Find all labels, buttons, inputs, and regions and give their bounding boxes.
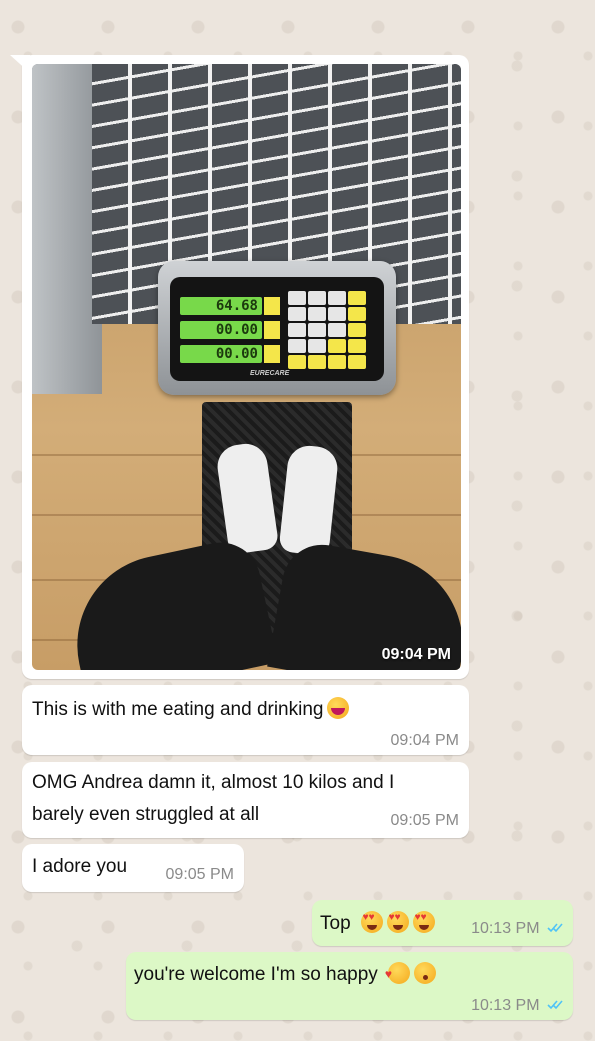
message-timestamp: 10:13 PM (471, 997, 540, 1014)
message-timestamp: 09:04 PM (390, 732, 459, 749)
weight-display: 64.68 (180, 297, 262, 315)
total-display: 00.00 (180, 345, 262, 363)
message-text: you're welcome I'm so happy (134, 964, 378, 985)
message-bubble-outgoing[interactable]: Top 10:13 PM (312, 900, 573, 946)
heart-eyes-emoji (360, 911, 383, 933)
left-leg (60, 535, 279, 670)
read-receipt-icon (547, 923, 563, 933)
heart-eyes-emoji (412, 911, 435, 933)
price-display: 00.00 (180, 321, 262, 339)
message-bubble-incoming[interactable]: OMG Andrea damn it, almost 10 kilos and … (22, 762, 469, 838)
message-text: I adore you (32, 856, 128, 877)
bubble-tail (10, 55, 30, 73)
message-text: Top (320, 913, 351, 934)
message-text: This is with me eating and drinking (32, 699, 324, 720)
smiling-face-with-hearts-emoji (385, 962, 410, 984)
scale-panel: 64.68 00.00 00.00 EURECARE (170, 277, 384, 381)
message-timestamp: 10:13 PM (471, 920, 540, 937)
message-bubble-incoming[interactable]: I adore you 09:05 PM (22, 844, 244, 892)
message-bubble-incoming[interactable]: This is with me eating and drinking 09:0… (22, 685, 469, 755)
kissing-face-emoji (413, 962, 436, 984)
message-timestamp: 09:05 PM (165, 866, 234, 883)
message-bubble-outgoing[interactable]: you're welcome I'm so happy 10:13 PM (126, 952, 573, 1020)
scale-keypad (288, 291, 378, 371)
scale-brand: EURECARE (250, 370, 290, 377)
photo-timestamp: 09:04 PM (381, 646, 451, 663)
message-text-line-1: OMG Andrea damn it, almost 10 kilos and … (32, 772, 395, 793)
heart-eyes-emoji (386, 911, 409, 933)
message-text-line-2: barely even struggled at all (32, 804, 260, 825)
grinning-face-emoji (327, 697, 350, 719)
photo-attachment[interactable]: 64.68 00.00 00.00 EURECARE 09:04 PM (32, 64, 461, 670)
message-timestamp: 09:05 PM (390, 812, 459, 829)
read-receipt-icon (547, 1000, 563, 1010)
scale-indicator: 64.68 00.00 00.00 EURECARE (158, 261, 396, 395)
